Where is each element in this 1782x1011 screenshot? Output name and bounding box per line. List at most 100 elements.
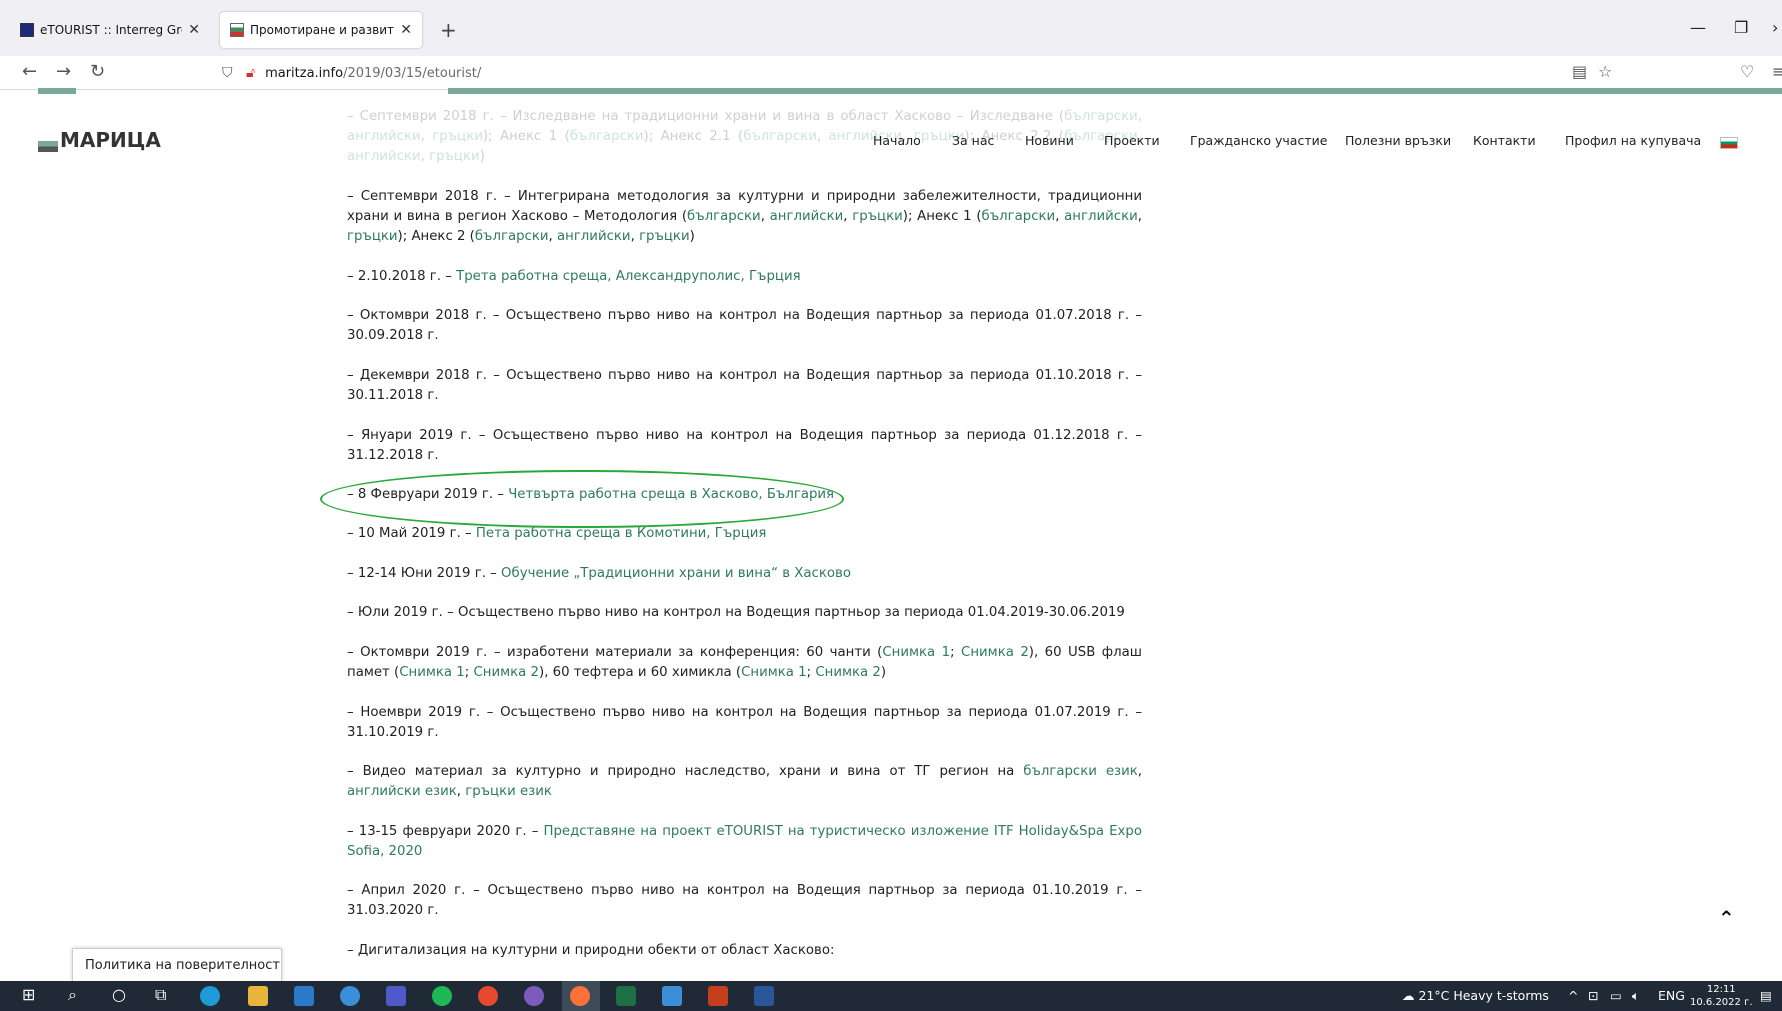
search-icon[interactable]: ⌕ — [68, 985, 77, 1005]
back-icon[interactable]: ← — [22, 61, 37, 82]
menu-item-buyer-profile[interactable]: Профил на купувача — [1565, 133, 1701, 148]
tab-title: Промотиране и развитие на п — [250, 23, 395, 37]
list-item: – 13-15 февруари 2020 г. – Представяне н… — [347, 824, 1142, 859]
link[interactable]: Пета работна среща в Комотини, Гърция — [476, 526, 767, 541]
scroll-to-top-icon[interactable]: ⌃ — [1718, 906, 1735, 930]
new-tab-icon[interactable]: + — [440, 18, 457, 42]
link[interactable]: Обучение „Традиционни храни и вина“ в Ха… — [501, 566, 851, 581]
windows-start-icon[interactable]: ⊞ — [22, 985, 35, 1004]
language-indicator[interactable]: ENG — [1658, 988, 1685, 1003]
list-item: – 2.10.2018 г. – Трета работна среща, Ал… — [347, 269, 801, 284]
link[interactable]: Снимка 2 — [473, 665, 539, 680]
insecure-lock-icon[interactable]: 🔓︎ — [246, 65, 255, 81]
tab-etourist[interactable]: eTOURIST :: Interreg Greece-Bul ✕ — [10, 12, 210, 48]
edge-icon[interactable] — [200, 986, 220, 1006]
eu-flag-icon — [20, 23, 34, 37]
teams-icon[interactable] — [386, 986, 406, 1006]
link[interactable]: български — [1064, 109, 1138, 124]
link[interactable]: английски — [770, 209, 844, 224]
menu-item-contacts[interactable]: Контакти — [1473, 133, 1536, 148]
volume-icon[interactable]: 🔈︎ — [1632, 988, 1640, 1004]
chat-icon[interactable] — [340, 986, 360, 1006]
file-explorer-icon[interactable] — [248, 986, 268, 1006]
list-item: – Ноември 2019 г. – Осъществено първо ни… — [347, 705, 1142, 740]
list-item: – Септември 2018 г. – Изследване на трад… — [347, 109, 1142, 164]
list-item: – 12-14 Юни 2019 г. – Обучение „Традицио… — [347, 566, 851, 581]
list-item: – Октомври 2018 г. – Осъществено първо н… — [347, 308, 1142, 343]
link[interactable]: Снимка 1 — [882, 645, 950, 660]
menu-item-projects[interactable]: Проекти — [1104, 133, 1160, 148]
link[interactable]: Снимка 2 — [815, 665, 881, 680]
link[interactable]: български — [570, 129, 644, 144]
header-accent-bar — [448, 88, 1782, 94]
photos-icon[interactable] — [662, 986, 682, 1006]
system-clock[interactable]: 12:11 10.6.2022 г. — [1690, 983, 1753, 1009]
link[interactable]: английски език — [347, 784, 457, 799]
restore-icon[interactable]: ❐ — [1734, 18, 1748, 37]
link[interactable]: гръцки — [852, 209, 903, 224]
network-icon[interactable]: ⊡ — [1588, 988, 1598, 1003]
powerpoint-icon[interactable] — [708, 986, 728, 1006]
url-host: maritza.info — [265, 65, 344, 81]
close-tab-icon[interactable]: ✕ — [400, 22, 412, 38]
link[interactable]: Снимка 1 — [741, 665, 807, 680]
privacy-policy-button[interactable]: Политика на поверителност — [72, 948, 282, 982]
weather-widget[interactable]: ☁ 21°C Heavy t-storms — [1402, 988, 1549, 1003]
link[interactable]: гръцки език — [465, 784, 552, 799]
link[interactable]: български — [743, 129, 817, 144]
link[interactable]: Трета работна среща, Александруполис, Гъ… — [456, 269, 801, 284]
menu-item-civic[interactable]: Гражданско участие — [1190, 133, 1327, 148]
close-tab-icon[interactable]: ✕ — [188, 22, 200, 38]
forward-icon[interactable]: → — [56, 61, 71, 82]
tray-chevron-icon[interactable]: ^ — [1568, 988, 1578, 1003]
menu-item-links[interactable]: Полезни връзки — [1345, 133, 1451, 148]
menu-item-home[interactable]: Начало — [873, 133, 921, 148]
link[interactable]: гръцки — [429, 149, 480, 164]
word-icon[interactable] — [754, 986, 774, 1006]
link[interactable]: Снимка 2 — [961, 645, 1029, 660]
link[interactable]: английски — [347, 149, 421, 164]
menu-item-news[interactable]: Новини — [1025, 133, 1074, 148]
link[interactable]: Снимка 1 — [399, 665, 465, 680]
link[interactable]: английски — [1064, 209, 1138, 224]
bulgarian-flag-icon[interactable] — [1720, 137, 1738, 149]
link[interactable]: гръцки — [347, 229, 398, 244]
mail-icon[interactable] — [294, 986, 314, 1006]
chrome-icon[interactable] — [478, 986, 498, 1006]
link[interactable]: български език — [1023, 764, 1138, 779]
link[interactable]: гръцки — [432, 129, 483, 144]
display-icon[interactable]: ▭ — [1610, 988, 1622, 1003]
notifications-icon[interactable]: ▤ — [1760, 988, 1772, 1003]
link[interactable]: български — [475, 229, 549, 244]
reload-icon[interactable]: ↻ — [90, 61, 105, 82]
tracking-shield-icon[interactable]: ⛉ — [222, 65, 236, 81]
task-view-icon[interactable]: ⧉ — [155, 985, 166, 1005]
menu-item-about[interactable]: За нас — [952, 133, 994, 148]
link[interactable]: български — [982, 209, 1056, 224]
excel-icon[interactable] — [616, 986, 636, 1006]
bookmark-star-icon[interactable]: ☆ — [1598, 62, 1612, 81]
minimize-icon[interactable]: — — [1690, 18, 1706, 37]
viber-icon[interactable] — [524, 986, 544, 1006]
link[interactable]: гръцки — [639, 229, 690, 244]
url-path: /2019/03/15/etourist/ — [343, 65, 482, 81]
list-item: – Април 2020 г. – Осъществено първо ниво… — [347, 883, 1142, 918]
maritza-favicon-icon — [230, 23, 244, 37]
link[interactable]: английски — [347, 129, 421, 144]
cortana-icon[interactable]: ○ — [112, 985, 126, 1004]
spotify-icon[interactable] — [432, 986, 452, 1006]
site-logo[interactable]: МАРИЦА — [38, 128, 161, 152]
firefox-icon[interactable] — [570, 986, 590, 1006]
link[interactable]: английски — [557, 229, 631, 244]
close-window-icon[interactable]: › — [1772, 18, 1778, 37]
menu-icon[interactable]: ≡ — [1772, 62, 1782, 81]
address-bar[interactable]: ⛉ 🔓︎ maritza.info/2019/03/15/etourist/ — [222, 58, 1602, 88]
browser-tab-bar: eTOURIST :: Interreg Greece-Bul ✕ Промот… — [0, 0, 1782, 56]
tab-maritza[interactable]: Промотиране и развитие на п ✕ — [220, 12, 422, 48]
pocket-icon[interactable]: ♡ — [1740, 62, 1754, 81]
link[interactable]: български — [687, 209, 761, 224]
list-item: – Октомври 2019 г. – изработени материал… — [347, 645, 1142, 680]
windows-taskbar: ⊞ ⌕ ○ ⧉ ☁ 21°C Heavy t-storms ^ ⊡ ▭ 🔈︎ E… — [0, 981, 1782, 1011]
reader-view-icon[interactable]: ▤ — [1572, 62, 1587, 81]
list-item: – Декември 2018 г. – Осъществено първо н… — [347, 368, 1142, 403]
